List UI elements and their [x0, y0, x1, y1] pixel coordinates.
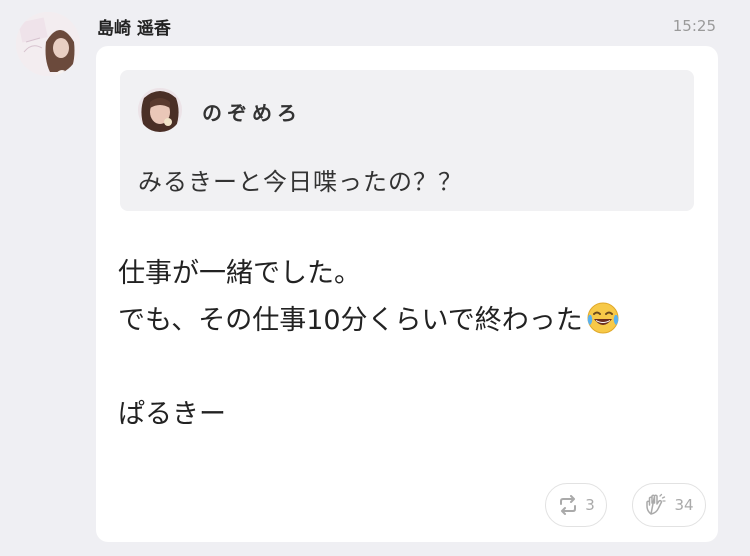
retweet-count: 3: [585, 496, 595, 514]
clap-hand-icon: [644, 493, 668, 517]
retweet-icon: [557, 495, 579, 515]
quoted-message[interactable]: のぞめろ みるきーと今日喋ったの？？: [120, 70, 694, 211]
clap-count: 34: [674, 496, 694, 514]
message-line-1: 仕事が一緒でした。: [118, 258, 361, 289]
message-line-3: [118, 344, 708, 391]
clap-button[interactable]: 34: [632, 483, 706, 527]
quoted-message-text: みるきーと今日喋ったの？？: [138, 168, 463, 196]
message-bubble: のぞめろ みるきーと今日喋ったの？？ 仕事が一緒でした。 でも、その仕事10分く…: [96, 46, 718, 542]
sender-avatar[interactable]: [16, 12, 80, 76]
message-line-4: ぱるきー: [118, 399, 226, 430]
sender-name: 島崎 遥香: [97, 19, 171, 39]
retweet-button[interactable]: 3: [545, 483, 607, 527]
message-line-2-text: でも、その仕事10分くらいで終わった: [118, 305, 583, 336]
tears-of-joy-emoji-icon: [585, 300, 621, 336]
quoted-author-name: のぞめろ: [202, 101, 302, 125]
quoted-author-avatar: [138, 88, 182, 132]
message-timestamp: 15:25: [672, 17, 716, 35]
message-line-2: でも、その仕事10分くらいで終わった: [118, 297, 708, 344]
message-body: 仕事が一緒でした。 でも、その仕事10分くらいで終わった ぱるきー: [118, 250, 708, 438]
